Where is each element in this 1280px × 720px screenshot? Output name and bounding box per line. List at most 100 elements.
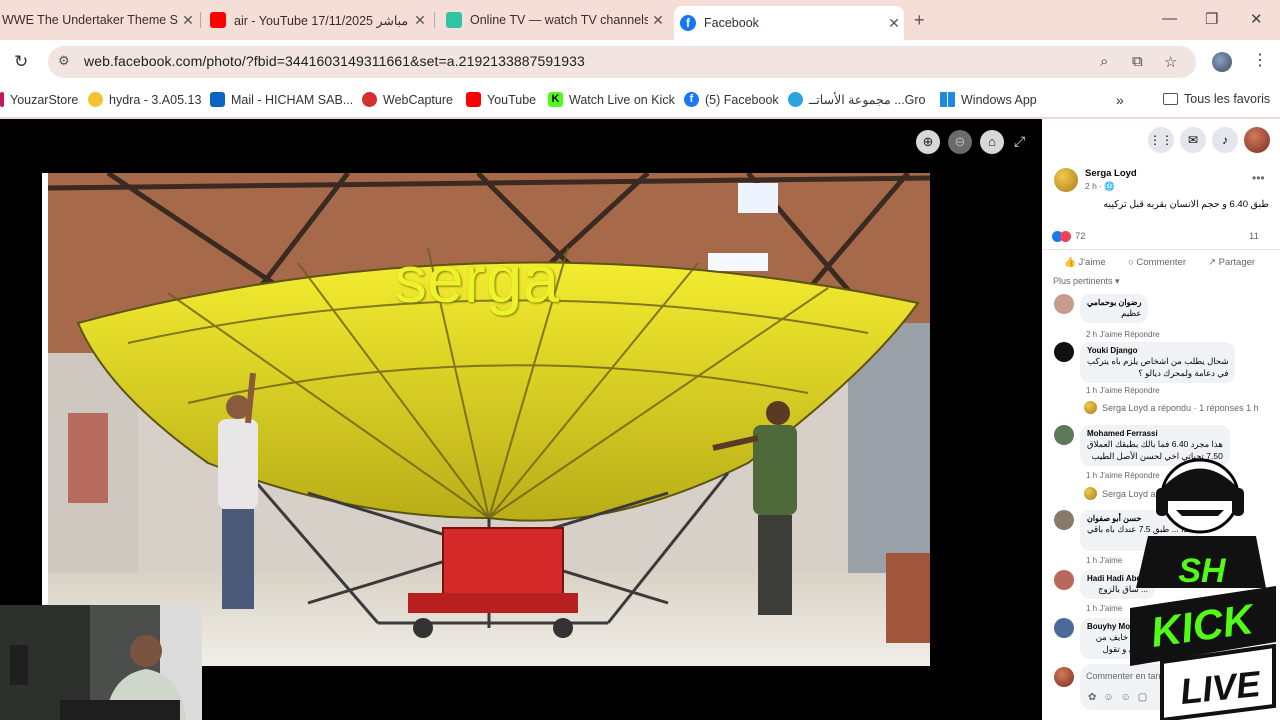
commenter-avatar[interactable] <box>1054 425 1074 445</box>
commenter-name[interactable]: Mohamed Ferrassi <box>1087 429 1223 438</box>
bookmark-label: Watch Live on Kick <box>569 92 675 107</box>
outlook-icon <box>210 92 225 107</box>
bookmarks-overflow-button[interactable]: » <box>1116 92 1124 108</box>
comment-meta[interactable]: 1 h J'aime <box>1086 604 1122 613</box>
tab-wwe[interactable]: WWE The Undertaker Theme So ✕ <box>0 6 198 34</box>
zoom-in-icon[interactable]: ⊕ <box>916 130 940 154</box>
bookmark-star-icon[interactable]: ☆ <box>1164 53 1177 71</box>
tab-title: Online TV — watch TV channels <box>470 13 648 27</box>
bookmark-youzarstore[interactable]: YouzarStore <box>0 92 78 107</box>
facebook-icon: f <box>684 92 699 107</box>
tab-online-tv[interactable]: Online TV — watch TV channels ✕ <box>440 6 668 34</box>
bookmark-mail[interactable]: Mail - HICHAM SAB... <box>210 92 353 107</box>
tab-title: Facebook <box>704 16 759 30</box>
tab-facebook[interactable]: f Facebook ✕ <box>674 6 904 40</box>
bookmark-label: Mail - HICHAM SAB... <box>231 92 354 107</box>
youtube-icon <box>466 92 481 107</box>
close-icon[interactable]: ✕ <box>648 12 668 29</box>
all-bookmarks-label: Tous les favoris <box>1184 92 1271 106</box>
reply-summary: Serga Loyd a répondu · 1 réponses 1 h <box>1102 402 1259 413</box>
bookmark-youtube[interactable]: YouTube <box>466 92 536 107</box>
comment-bubble: رضوان بوحمامي عظيم <box>1080 294 1149 323</box>
comment-sort-dropdown[interactable]: Plus pertinents ▾ <box>1053 276 1120 287</box>
install-app-icon[interactable]: ⧉ <box>1132 53 1143 70</box>
facebook-icon: f <box>680 15 696 31</box>
messenger-icon[interactable]: ✉ <box>1180 127 1206 153</box>
tab-separator <box>434 12 435 28</box>
bookmark-windows-app[interactable]: Windows App <box>940 92 1037 107</box>
stream-overlay-logo: SH KICK LIVE <box>1124 456 1280 720</box>
commenter-avatar[interactable] <box>1054 618 1074 638</box>
telegram-icon <box>788 92 803 107</box>
reactions-summary[interactable]: 72 <box>1052 231 1086 242</box>
browser-menu-icon[interactable]: ⋮ <box>1252 50 1268 70</box>
close-icon[interactable]: ✕ <box>178 12 198 29</box>
bookmark-webcapture[interactable]: WebCapture <box>362 92 453 107</box>
comment-meta[interactable]: 1 h J'aime Répondre <box>1086 386 1160 395</box>
close-icon[interactable]: ✕ <box>410 12 430 29</box>
url-text[interactable]: web.facebook.com/photo/?fbid=34416031493… <box>84 53 585 69</box>
reply-thread-link[interactable]: Serga Loyd a répondu · 1 réponses 1 h <box>1084 401 1259 414</box>
replier-avatar <box>1084 401 1097 414</box>
post-options-icon[interactable]: ••• <box>1252 171 1265 185</box>
reload-icon[interactable]: ↻ <box>14 52 28 72</box>
post-photo[interactable]: serga <box>42 173 930 666</box>
post-author[interactable]: Serga Loyd <box>1085 168 1137 179</box>
overlay-brand-top: SH <box>1178 552 1227 590</box>
account-avatar[interactable] <box>1244 127 1270 153</box>
comment-button[interactable]: ○ Commenter <box>1128 257 1186 268</box>
menu-grid-icon[interactable]: ⋮⋮ <box>1148 127 1174 153</box>
bookmark-label: مجموعة الأساتــ ...Gro <box>809 93 926 107</box>
all-bookmarks-folder[interactable]: Tous les favoris <box>1163 92 1270 106</box>
commenter-avatar[interactable] <box>1054 510 1074 530</box>
online-tv-icon <box>446 12 462 28</box>
commenter-name[interactable]: Youki Django <box>1087 346 1228 355</box>
fullscreen-icon[interactable]: ⤢ <box>1014 133 1025 150</box>
windows-icon <box>940 92 955 107</box>
store-icon <box>0 92 4 107</box>
bookmark-label: (5) Facebook <box>705 92 779 107</box>
tag-icon[interactable]: ⌂ <box>980 130 1004 154</box>
zoom-icon[interactable]: ⌕ <box>1100 53 1108 70</box>
like-label: J'aime <box>1078 257 1106 268</box>
share-button[interactable]: ↗ Partager <box>1208 257 1255 268</box>
webcam-overlay <box>0 605 202 720</box>
post-actions: 👍 J'aime ○ Commenter ↗ Partager <box>1042 249 1280 275</box>
overlay-brand-bottom: LIVE <box>1178 663 1263 712</box>
new-tab-button[interactable]: + <box>914 10 925 31</box>
bookmark-kick[interactable]: K Watch Live on Kick <box>548 92 675 107</box>
comment-text: شحال يطلب من اشخاص يلزم باه يتركب <box>1087 356 1229 366</box>
bookmark-facebook[interactable]: f (5) Facebook <box>684 92 779 107</box>
comments-count[interactable]: 11 <box>1249 231 1259 242</box>
profile-avatar[interactable] <box>1212 52 1232 72</box>
minimize-button[interactable]: — <box>1162 10 1177 27</box>
bookmark-telegram[interactable]: مجموعة الأساتــ ...Gro <box>788 92 926 107</box>
streamer-webcam-image <box>0 605 202 720</box>
photo-watermark: serga <box>394 242 560 316</box>
commenter-name[interactable]: رضوان بوحمامي <box>1087 298 1141 307</box>
bookmark-label: hydra - 3.A05.13 <box>109 92 202 107</box>
tab-strip: WWE The Undertaker Theme So ✕ air - YouT… <box>0 0 1280 40</box>
post-time[interactable]: 2 h · 🌐 <box>1085 181 1115 192</box>
commenter-avatar[interactable] <box>1054 570 1074 590</box>
share-label: Partager <box>1218 257 1256 268</box>
bookmark-label: WebCapture <box>383 92 453 107</box>
like-button[interactable]: 👍 J'aime <box>1064 257 1106 268</box>
bookmark-hydra[interactable]: hydra - 3.A05.13 <box>88 92 201 107</box>
bookmarks-bar: YouzarStore hydra - 3.A05.13 Mail - HICH… <box>0 82 1280 118</box>
site-settings-icon[interactable]: ⚙ <box>58 53 70 69</box>
comment-text: هذا مجرد 6.40 فما بالك بطبقك العملاق <box>1087 439 1223 449</box>
restore-button[interactable]: ❐ <box>1205 10 1218 28</box>
comment-meta[interactable]: 2 h J'aime Répondre <box>1086 330 1160 339</box>
tab-youtube[interactable]: air - YouTube مباشر 17/11/2025 ✕ <box>204 6 430 34</box>
close-icon[interactable]: ✕ <box>884 15 904 32</box>
commenter-avatar[interactable] <box>1054 294 1074 314</box>
commenter-avatar[interactable] <box>1054 342 1074 362</box>
author-avatar[interactable] <box>1054 168 1078 192</box>
address-bar[interactable]: ⚙ web.facebook.com/photo/?fbid=344160314… <box>48 46 1196 78</box>
reactions-count: 72 <box>1075 231 1086 242</box>
zoom-out-icon[interactable]: ⊖ <box>948 130 972 154</box>
close-window-button[interactable]: ✕ <box>1250 10 1263 28</box>
notifications-bell-icon[interactable]: ♪ <box>1212 127 1238 153</box>
comment-meta[interactable]: 1 h J'aime <box>1086 556 1122 565</box>
